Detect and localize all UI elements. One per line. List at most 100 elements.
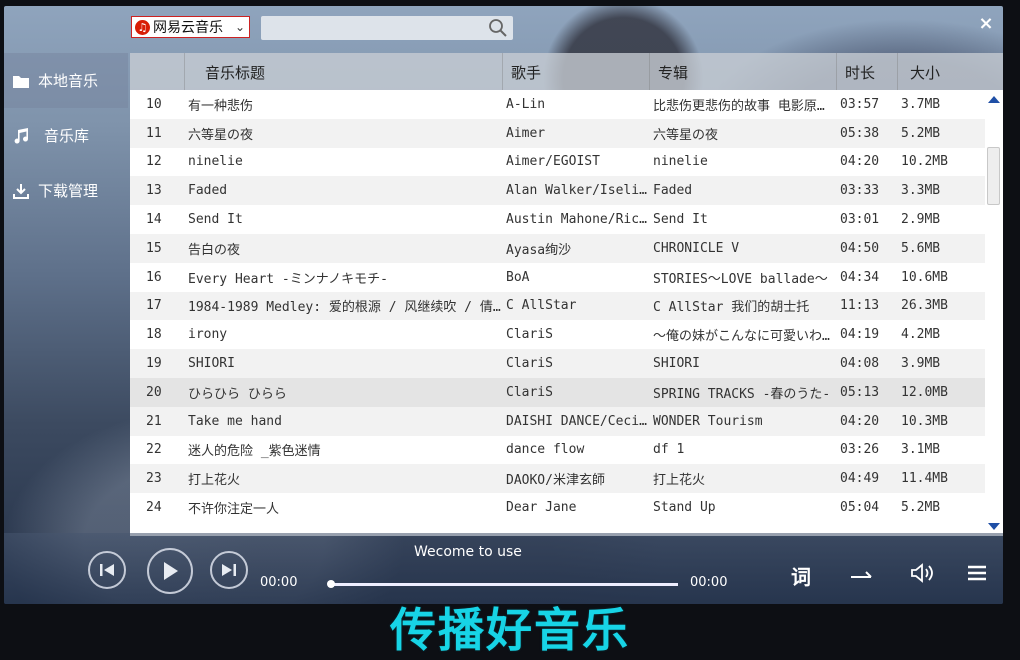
song-size: 3.1MB — [901, 442, 941, 458]
column-header-artist[interactable]: 歌手 — [502, 53, 649, 90]
netease-logo-icon: ♫ — [135, 19, 150, 35]
song-artist: Aimer — [506, 125, 546, 141]
row-index: 23 — [146, 471, 162, 487]
song-duration: 03:57 — [840, 96, 880, 112]
table-row[interactable]: 14Send ItAustin Mahone/Rich Homie QuanSe… — [130, 205, 985, 234]
volume-button[interactable] — [910, 563, 936, 588]
song-album: Stand Up — [653, 500, 716, 516]
play-mode-button[interactable] — [850, 564, 874, 588]
song-title: Faded — [188, 183, 228, 199]
song-duration: 05:04 — [840, 500, 880, 516]
song-album: CHRONICLE V — [653, 240, 740, 256]
song-duration: 04:19 — [840, 327, 880, 343]
song-duration: 11:13 — [840, 298, 880, 314]
song-artist: dance flow — [506, 442, 585, 458]
song-duration: 04:49 — [840, 471, 880, 487]
previous-button[interactable] — [88, 551, 126, 589]
song-size: 3.7MB — [901, 96, 941, 112]
search-icon[interactable] — [488, 18, 508, 38]
sidebar-item-local-music[interactable]: 本地音乐 — [4, 53, 128, 108]
song-title: 不许你注定一人 — [188, 502, 280, 518]
song-size: 5.6MB — [901, 240, 941, 256]
song-artist: Dear Jane — [506, 500, 577, 516]
row-index: 20 — [146, 384, 162, 400]
table-row[interactable]: 11 六等星の夜 Aimer 六等星の夜 05:38 5.2MB — [130, 118, 985, 148]
song-artist: Austin Mahone/Rich Homie Quan — [506, 212, 649, 228]
song-title: ひらひら ひらら — [188, 386, 287, 402]
scroll-thumb[interactable] — [987, 147, 1000, 205]
table-row[interactable]: 17 1984-1989 Medley: 爱的根源 / 风继续吹 / 倩女幽魂 C … — [130, 291, 985, 321]
table-row[interactable]: 19 SHIORI ClariS SHIORI 04:08 3.9MB — [130, 349, 985, 378]
vertical-scrollbar[interactable] — [985, 90, 1003, 536]
row-index: 24 — [146, 500, 162, 516]
progress-bar[interactable] — [327, 580, 678, 588]
column-header-size[interactable]: 大小 — [897, 53, 1003, 90]
play-button[interactable] — [147, 548, 193, 594]
song-size: 11.4MB — [901, 471, 948, 487]
song-album: 六等星の夜 — [653, 127, 719, 143]
row-index: 14 — [146, 212, 162, 228]
song-size: 10.2MB — [901, 154, 948, 170]
column-header-duration[interactable]: 时长 — [836, 53, 897, 90]
table-row[interactable]: 12 ninelie Aimer/EGOIST ninelie 04:20 10.2MB — [130, 148, 985, 177]
song-album: WONDER Tourism — [653, 413, 763, 429]
row-index: 21 — [146, 413, 162, 429]
table-row[interactable]: 23 打上花火 DAOKO/米津玄師 打上花火 04:49 11.4MB — [130, 464, 985, 494]
table-row[interactable]: 22 迷人的危险 _紫色迷情 dance flow df 1 03:26 3.1MB — [130, 436, 985, 465]
song-size: 10.6MB — [901, 269, 948, 285]
song-size: 4.2MB — [901, 327, 941, 343]
song-size: 3.9MB — [901, 356, 941, 372]
download-icon — [12, 182, 30, 200]
next-icon — [222, 564, 236, 576]
song-artist: DAOKO/米津玄師 — [506, 473, 605, 489]
song-artist: ClariS — [506, 356, 553, 372]
song-artist: C AllStar — [506, 298, 577, 314]
brand-selector[interactable]: ♫ 网易云音乐 ⌄ — [131, 16, 250, 38]
row-index: 12 — [146, 154, 162, 170]
scroll-up-arrow-icon[interactable] — [988, 96, 1000, 103]
column-header-index — [130, 53, 184, 90]
song-duration: 04:08 — [840, 356, 880, 372]
song-artist: DAISHI DANCE/Cecile Corbel — [506, 413, 649, 429]
table-row[interactable]: 13FadedAlan Walker/Iselin SolheimFaded03… — [130, 176, 985, 206]
table-row[interactable]: 16 Every Heart -ミンナノキモチ- BoA STORIES～LOVE b… — [130, 263, 985, 292]
table-row[interactable]: 15 告白の夜 Ayasa绚沙 CHRONICLE V 04:50 5.6MB — [130, 233, 985, 263]
sidebar-item-label: 音乐库 — [44, 127, 90, 145]
menu-button[interactable] — [967, 563, 987, 587]
song-duration: 04:20 — [840, 413, 880, 429]
music-note-icon — [12, 127, 30, 145]
search-input[interactable] — [261, 16, 489, 42]
time-total: 00:00 — [690, 575, 728, 590]
song-duration: 05:38 — [840, 125, 880, 141]
table-row[interactable]: 24 不许你注定一人 Dear Jane Stand Up 05:04 5.2MB — [130, 493, 985, 522]
song-artist: ClariS — [506, 384, 553, 400]
song-title: 有一种悲伤 — [188, 98, 254, 114]
column-header-album[interactable]: 专辑 — [649, 53, 836, 90]
table-row[interactable]: 21 Take me hand DAISHI DANCE/Cecile Corbel… — [130, 406, 985, 436]
column-header-title[interactable]: 音乐标题 — [184, 53, 502, 90]
table-row[interactable]: 18 irony ClariS ～俺の妹がこんなに可愛いわけがない～04:19 4.2M… — [130, 320, 985, 349]
progress-knob[interactable] — [327, 580, 335, 588]
sidebar-item-downloads[interactable]: 下载管理 — [4, 163, 128, 218]
play-icon — [164, 562, 178, 580]
song-title: Send It — [188, 212, 243, 228]
menu-icon — [968, 565, 986, 581]
next-button[interactable] — [210, 551, 248, 589]
sidebar-item-music-library[interactable]: 音乐库 — [4, 108, 128, 163]
volume-icon — [911, 563, 933, 583]
lyrics-button[interactable]: 词 — [791, 561, 811, 590]
brand-label: 网易云音乐 — [153, 20, 223, 36]
song-duration: 03:26 — [840, 442, 880, 458]
song-size: 26.3MB — [901, 298, 948, 314]
song-duration: 05:13 — [840, 384, 880, 400]
chevron-down-icon: ⌄ — [234, 20, 245, 34]
song-album: ninelie — [653, 154, 708, 170]
slogan-banner: 传播好音乐 — [390, 603, 630, 657]
song-title: 六等星の夜 — [188, 127, 254, 143]
song-artist: ClariS — [506, 327, 553, 343]
close-button[interactable]: × — [977, 15, 995, 33]
song-title: 告白の夜 — [188, 242, 241, 258]
scroll-down-arrow-icon[interactable] — [988, 523, 1000, 530]
table-row[interactable]: 20 ひらひら ひらら ClariS SPRING TRACKS -春のうた- 05:1… — [130, 377, 985, 407]
table-row[interactable]: 10 有一种悲伤 A-Lin 比悲伤更悲伤的故事 电影原声带 03:57 3.7MB — [130, 90, 985, 119]
